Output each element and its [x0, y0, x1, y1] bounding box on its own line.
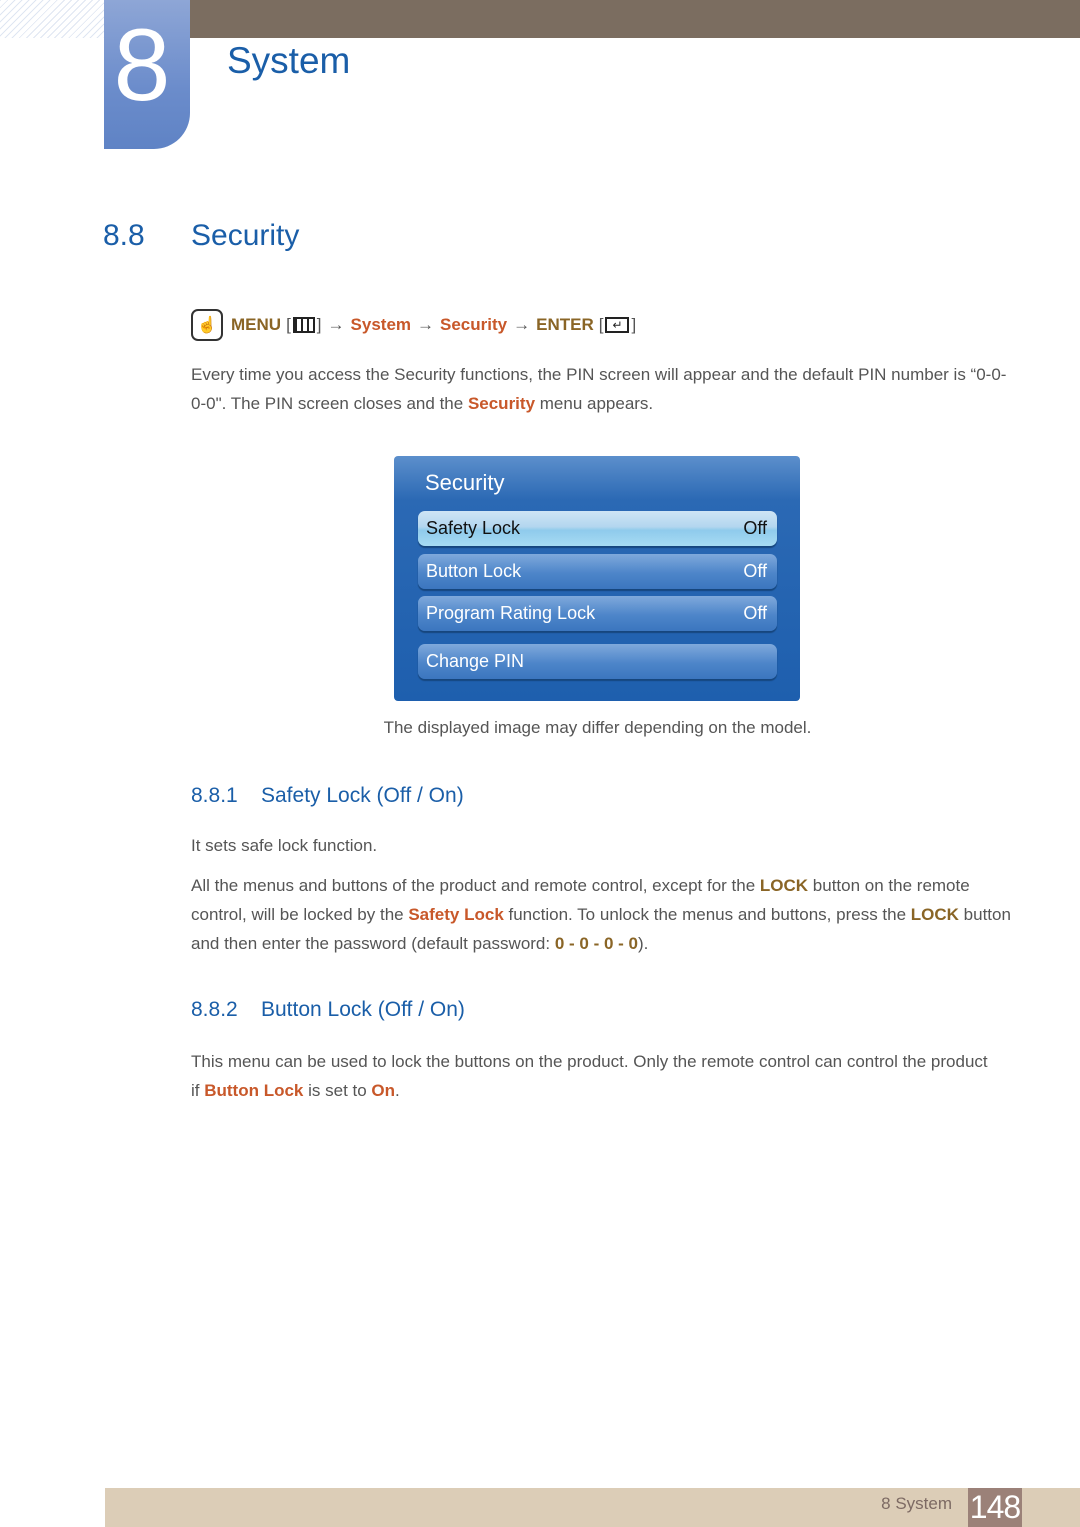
default-password: 0 - 0 - 0 - 0: [554, 934, 638, 953]
safety-lock-highlight: Safety Lock: [408, 905, 504, 924]
nav-enter-label: ENTER: [536, 315, 594, 334]
subsection-title-safety-lock: Safety Lock (Off / On): [261, 784, 464, 807]
osd-item-value: Off: [743, 561, 767, 581]
osd-item-label: Button Lock: [426, 561, 522, 581]
intro-paragraph: Every time you access the Security funct…: [191, 360, 1011, 418]
osd-item-label: Program Rating Lock: [426, 603, 596, 623]
chapter-number: 8: [113, 8, 171, 122]
bracket-open: [: [286, 315, 291, 334]
osd-title: Security: [425, 470, 505, 495]
lock-button-highlight: LOCK: [759, 876, 809, 895]
subsection-number-2: 8.8.2: [191, 998, 238, 1021]
osd-item-button-lock[interactable]: Button Lock Off: [418, 554, 777, 589]
security-osd-menu: Security Safety Lock Off Button Lock Off…: [394, 456, 800, 701]
osd-item-label: Safety Lock: [426, 518, 521, 538]
osd-item-program-rating-lock[interactable]: Program Rating Lock Off: [418, 596, 777, 631]
chapter-title: System: [227, 40, 351, 81]
subsection-title-button-lock: Button Lock (Off / On): [261, 998, 465, 1021]
hand-touch-icon: ☝: [191, 309, 223, 341]
arrow-icon: →: [417, 315, 435, 334]
nav-menu-label: MENU: [231, 315, 282, 334]
osd-item-value: Off: [743, 518, 767, 538]
menu-icon: [292, 317, 315, 333]
bracket-open: [: [598, 315, 604, 334]
section-number: 8.8: [103, 219, 145, 252]
header-hatch-decoration: [0, 0, 104, 38]
enter-icon: ↵: [605, 317, 630, 333]
osd-item-value: Off: [743, 603, 767, 623]
menu-navigation-path: ☝ MENU [ ] → System → Security → ENTER […: [191, 305, 636, 345]
lock-button-highlight: LOCK: [910, 905, 959, 924]
intro-text-end: menu appears.: [535, 394, 654, 413]
osd-item-change-pin[interactable]: Change PIN: [418, 644, 777, 679]
text: .: [395, 1081, 400, 1100]
nav-step-security: Security: [440, 315, 508, 334]
footer-chapter-label: 8 System: [881, 1494, 952, 1513]
text: ).: [637, 934, 649, 953]
safety-lock-summary: It sets safe lock function.: [191, 836, 378, 855]
text: All the menus and buttons of the product…: [191, 876, 760, 895]
header-bar: [190, 0, 1080, 38]
image-caption: The displayed image may differ depending…: [383, 718, 812, 737]
chapter-tab: 8: [104, 0, 190, 149]
text: is set to: [303, 1081, 372, 1100]
text: function. To unlock the menus and button…: [503, 905, 911, 924]
on-highlight: On: [371, 1081, 396, 1100]
arrow-icon: →: [513, 315, 531, 334]
section-title: Security: [191, 219, 300, 252]
bracket-close: ]: [631, 315, 637, 334]
button-lock-highlight: Button Lock: [204, 1081, 304, 1100]
button-lock-paragraph: This menu can be used to lock the button…: [191, 1047, 991, 1105]
arrow-icon: →: [327, 315, 345, 334]
page-number: 148: [968, 1488, 1022, 1527]
bracket-close: ]: [316, 315, 322, 334]
safety-lock-paragraph: All the menus and buttons of the product…: [191, 871, 1011, 958]
nav-step-system: System: [350, 315, 412, 334]
osd-item-label: Change PIN: [426, 651, 525, 671]
intro-highlight-security: Security: [467, 394, 536, 413]
osd-item-safety-lock[interactable]: Safety Lock Off: [418, 511, 777, 546]
subsection-number-1: 8.8.1: [191, 784, 238, 807]
